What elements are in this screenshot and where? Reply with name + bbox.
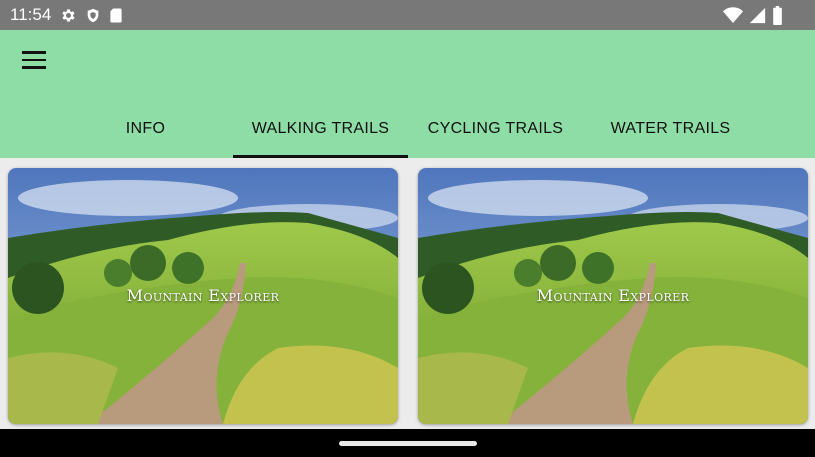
- trail-card-title: Mountain Explorer: [126, 286, 280, 305]
- tab-cycling-trails[interactable]: CYCLING TRAILS: [408, 100, 583, 158]
- home-gesture-handle[interactable]: [339, 441, 477, 446]
- cell-signal-icon: [749, 7, 766, 23]
- battery-icon: [773, 5, 782, 25]
- status-bar: 11:54: [0, 0, 815, 30]
- trail-card-title: Mountain Explorer: [536, 286, 690, 305]
- status-left-icons: [60, 7, 123, 24]
- system-navigation-bar: [0, 429, 815, 457]
- status-right-icons: [723, 5, 783, 25]
- tab-walking-trails[interactable]: WALKING TRAILS: [233, 100, 408, 158]
- settings-gear-icon: [62, 8, 75, 22]
- shield-icon: [87, 8, 99, 22]
- status-time: 11:54: [10, 5, 52, 24]
- trail-list: Mountain Explorer Mountain Explorer: [0, 158, 815, 429]
- tab-water-trails[interactable]: WATER TRAILS: [583, 100, 758, 158]
- wifi-icon: [723, 6, 743, 23]
- hamburger-menu-icon[interactable]: [14, 44, 54, 76]
- tab-info[interactable]: INFO: [58, 100, 233, 158]
- trail-card[interactable]: Mountain Explorer: [418, 168, 808, 424]
- sd-card-icon: [110, 8, 122, 22]
- app-bar: INFO WALKING TRAILS CYCLING TRAILS WATER…: [0, 30, 815, 158]
- trail-card[interactable]: Mountain Explorer: [8, 168, 398, 424]
- tab-bar: INFO WALKING TRAILS CYCLING TRAILS WATER…: [58, 100, 758, 158]
